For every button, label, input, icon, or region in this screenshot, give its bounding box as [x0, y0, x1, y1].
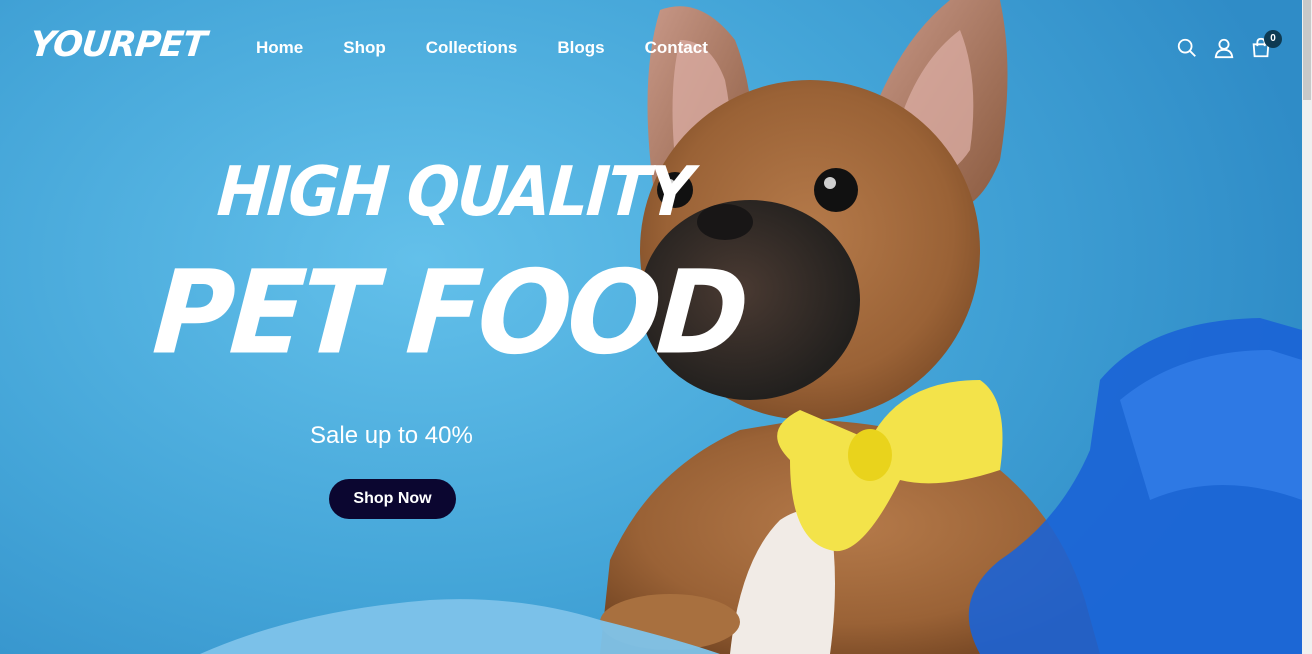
header-actions: [1176, 36, 1272, 60]
nav-item-blogs[interactable]: Blogs: [557, 38, 604, 58]
page-scrollbar[interactable]: [1302, 0, 1312, 654]
hero-subtitle: Sale up to 40%: [310, 422, 473, 449]
cart-count-badge: 0: [1264, 30, 1282, 48]
nav-item-collections[interactable]: Collections: [426, 38, 518, 58]
hero-title-line1: HIGH QUALITY: [214, 151, 694, 232]
scrollbar-thumb[interactable]: [1303, 0, 1311, 100]
nav-item-contact[interactable]: Contact: [645, 38, 708, 58]
search-icon[interactable]: [1176, 36, 1198, 60]
site-logo[interactable]: YOURPET: [28, 25, 208, 65]
user-icon[interactable]: [1213, 36, 1235, 60]
main-navigation: Home Shop Collections Blogs Contact: [256, 38, 708, 58]
hero-title-line2: PET FOOD: [149, 245, 750, 380]
nav-item-home[interactable]: Home: [256, 38, 303, 58]
nav-item-shop[interactable]: Shop: [343, 38, 386, 58]
shop-now-button[interactable]: Shop Now: [329, 479, 456, 519]
hero-banner: YOURPET Home Shop Collections Blogs Cont…: [0, 0, 1302, 654]
